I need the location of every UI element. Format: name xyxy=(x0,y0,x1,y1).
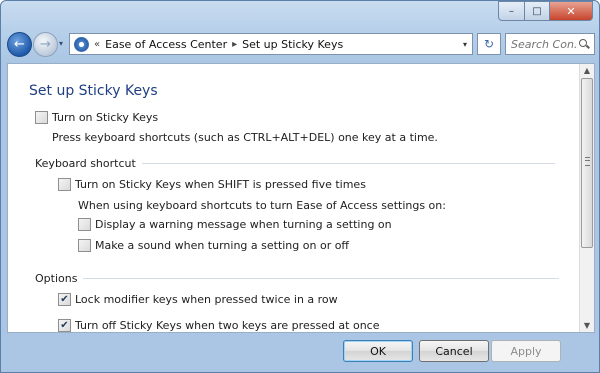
lock-modifier-keys-label: Lock modifier keys when pressed twice in… xyxy=(75,293,338,306)
breadcrumb-set-up-sticky-keys[interactable]: Set up Sticky Keys xyxy=(242,38,343,51)
options-heading: Options xyxy=(35,272,78,285)
ease-of-access-icon xyxy=(74,36,89,52)
turn-off-two-keys-label: Turn off Sticky Keys when two keys are p… xyxy=(75,319,380,332)
make-sound-option[interactable]: Make a sound when turning a setting on o… xyxy=(78,239,349,252)
recent-pages-dropdown-icon[interactable]: ▾ xyxy=(59,39,63,48)
shift-five-times-label: Turn on Sticky Keys when SHIFT is presse… xyxy=(75,178,366,191)
lock-modifier-keys-checkbox[interactable]: ✔ xyxy=(58,293,71,306)
turn-off-two-keys-option[interactable]: ✔ Turn off Sticky Keys when two keys are… xyxy=(58,319,380,332)
make-sound-label: Make a sound when turning a setting on o… xyxy=(95,239,350,252)
warning-message-option[interactable]: Display a warning message when turning a… xyxy=(78,218,392,231)
group-divider xyxy=(141,163,555,164)
make-sound-checkbox[interactable] xyxy=(78,239,91,252)
breadcrumb-ease-of-access-center[interactable]: Ease of Access Center xyxy=(105,38,227,51)
group-divider xyxy=(83,278,560,279)
scrollbar-thumb[interactable] xyxy=(581,78,593,248)
vertical-scrollbar[interactable]: ▲ ▼ xyxy=(579,64,594,332)
warning-message-label: Display a warning message when turning a… xyxy=(95,218,392,231)
search-box[interactable] xyxy=(505,33,595,55)
caption-buttons: – □ ✕ xyxy=(498,1,593,21)
content-pane: Set up Sticky Keys Turn on Sticky Keys P… xyxy=(7,63,595,333)
refresh-button[interactable]: ↻ xyxy=(477,33,501,55)
apply-button[interactable]: Apply xyxy=(491,340,561,362)
keyboard-shortcut-heading: Keyboard shortcut xyxy=(35,157,136,170)
page-title: Set up Sticky Keys xyxy=(29,83,158,99)
back-button[interactable]: ← xyxy=(7,32,32,57)
forward-arrow-icon: → xyxy=(40,37,51,52)
turn-on-sticky-keys-label: Turn on Sticky Keys xyxy=(52,111,159,124)
shortcut-settings-subheading: When using keyboard shortcuts to turn Ea… xyxy=(78,199,446,212)
sticky-keys-window: – □ ✕ ← → ▾ « Ease of Access Center ▸ Se… xyxy=(0,0,600,373)
sticky-keys-description: Press keyboard shortcuts (such as CTRL+A… xyxy=(52,131,438,144)
shift-five-times-checkbox[interactable] xyxy=(58,178,71,191)
back-arrow-icon: ← xyxy=(14,37,25,52)
ok-button[interactable]: OK xyxy=(343,340,413,362)
address-bar[interactable]: « Ease of Access Center ▸ Set up Sticky … xyxy=(69,33,473,55)
shift-five-times-option[interactable]: Turn on Sticky Keys when SHIFT is presse… xyxy=(58,178,366,191)
lock-modifier-keys-option[interactable]: ✔ Lock modifier keys when pressed twice … xyxy=(58,293,338,306)
cancel-button[interactable]: Cancel xyxy=(419,340,489,362)
navigation-bar: ← → ▾ « Ease of Access Center ▸ Set up S… xyxy=(7,31,595,57)
close-button[interactable]: ✕ xyxy=(550,1,593,21)
address-history-chevron-icon[interactable]: ▾ xyxy=(458,40,472,49)
turn-on-sticky-keys-checkbox[interactable] xyxy=(35,111,48,124)
maximize-button[interactable]: □ xyxy=(525,1,550,21)
breadcrumb-separator-icon[interactable]: ▸ xyxy=(232,39,237,50)
breadcrumb-overflow[interactable]: « xyxy=(94,39,100,50)
turn-on-sticky-keys-option[interactable]: Turn on Sticky Keys xyxy=(35,111,158,124)
refresh-icon: ↻ xyxy=(483,37,495,51)
minimize-button[interactable]: – xyxy=(498,1,525,21)
search-input[interactable] xyxy=(506,36,579,52)
options-group: Options xyxy=(35,272,560,285)
keyboard-shortcut-group: Keyboard shortcut xyxy=(35,157,555,170)
warning-message-checkbox[interactable] xyxy=(78,218,91,231)
search-icon[interactable] xyxy=(579,39,590,49)
scroll-up-arrow-icon[interactable]: ▲ xyxy=(582,66,592,75)
scroll-down-arrow-icon[interactable]: ▼ xyxy=(582,321,592,330)
grip-icon xyxy=(585,157,590,166)
forward-button[interactable]: → xyxy=(33,32,58,57)
turn-off-two-keys-checkbox[interactable]: ✔ xyxy=(58,319,71,332)
dialog-footer: OK Cancel Apply xyxy=(1,333,599,372)
